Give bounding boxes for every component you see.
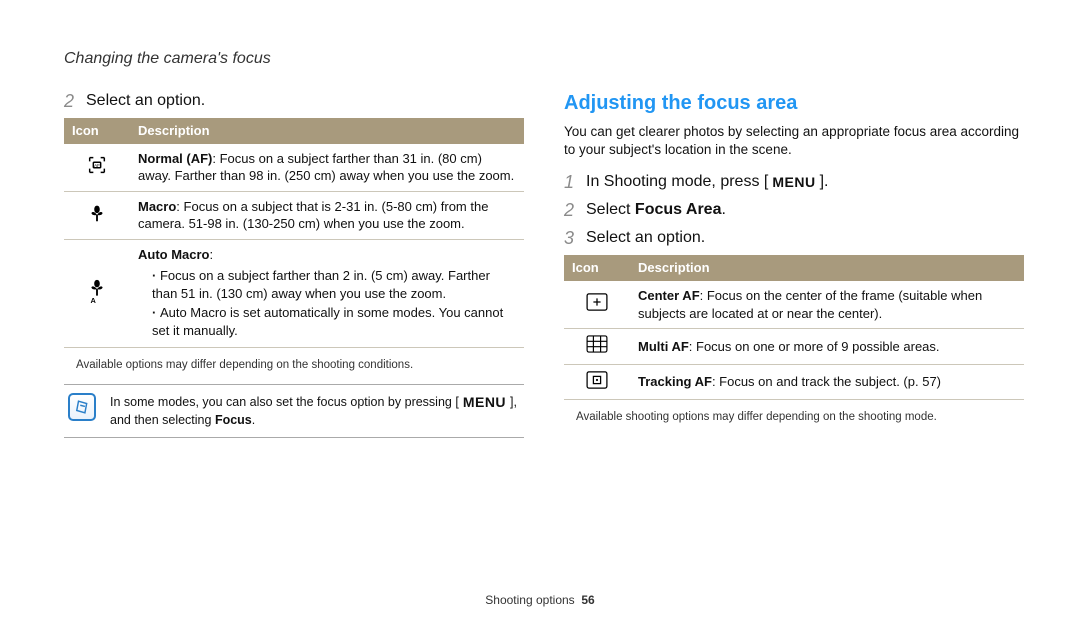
cell-description: Tracking AF: Focus on and track the subj… [630,364,1024,400]
page-footer: Shooting options 56 [0,592,1080,608]
table-row: Multi AF: Focus on one or more of 9 poss… [564,329,1024,365]
cell-description: Normal (AF): Focus on a subject farther … [130,144,524,192]
opt-title: Tracking AF [638,374,712,389]
section-intro: You can get clearer photos by selecting … [564,123,1024,159]
col-description: Description [130,118,524,144]
multi-af-icon [586,335,608,358]
breadcrumb: Changing the camera's focus [64,48,271,70]
opt-title: Center AF [638,288,700,303]
note-box: In some modes, you can also set the focu… [64,384,524,438]
center-af-icon [586,293,608,316]
focus-area-table: Icon Description Center AF: Focus on the… [564,255,1024,400]
right-column: Adjusting the focus area You can get cle… [564,32,1024,438]
table-row: AF Normal (AF): Focus on a subject farth… [64,144,524,192]
opt-title: Macro [138,199,176,214]
step-text: Select an option. [586,227,705,249]
opt-body: : Focus on and track the subject. (p. 57… [712,374,941,389]
normal-af-icon: AF [86,154,108,181]
menu-label: MENU [459,393,510,412]
svg-text:A: A [91,296,97,304]
macro-icon [86,202,108,229]
col-icon: Icon [64,118,130,144]
table-row: Tracking AF: Focus on and track the subj… [564,364,1024,400]
footer-page: 56 [581,593,594,607]
step-number: 2 [564,199,586,221]
cell-description: Multi AF: Focus on one or more of 9 poss… [630,329,1024,365]
note-text: In some modes, you can also set the focu… [110,393,520,429]
opt-title: Auto Macro [138,247,210,262]
cell-description: Macro: Focus on a subject that is 2-31 i… [130,191,524,239]
table-row: Macro: Focus on a subject that is 2-31 i… [64,191,524,239]
caption: Available options may differ depending o… [76,358,524,374]
cell-description: Center AF: Focus on the center of the fr… [630,281,1024,329]
opt-body: : Focus on a subject that is 2-31 in. (5… [138,199,488,232]
tracking-af-icon [586,371,608,394]
opt-title: Normal (AF) [138,151,212,166]
bullet: Focus on a subject farther than 2 in. (5… [152,267,516,302]
step-number: 2 [64,90,86,112]
opt-body: : Focus on one or more of 9 possible are… [689,339,940,354]
step-number: 3 [564,227,586,249]
footer-section: Shooting options [485,593,574,607]
bullet: Auto Macro is set automatically in some … [152,304,516,339]
table-row: Center AF: Focus on the center of the fr… [564,281,1024,329]
col-icon: Icon [564,255,630,281]
step-text: Select Focus Area. [586,199,726,221]
step-number: 1 [564,171,586,193]
table-header-row: Icon Description [564,255,1024,281]
section-title: Adjusting the focus area [564,90,1024,117]
svg-text:AF: AF [94,163,100,168]
opt-body: : [210,247,214,262]
cell-description: Auto Macro: Focus on a subject farther t… [130,239,524,348]
col-description: Description [630,255,1024,281]
left-column: 2 Select an option. Icon Description AF [64,32,524,438]
step-text: Select an option. [86,90,205,112]
menu-label: MENU [768,171,819,193]
opt-title: Multi AF [638,339,689,354]
table-row: A Auto Macro: Focus on a subject farther… [64,239,524,348]
note-icon [68,393,96,421]
step-text: In Shooting mode, press [MENU]. [586,171,828,193]
table-header-row: Icon Description [64,118,524,144]
focus-options-table: Icon Description AF Normal (AF): Focus o… [64,118,524,348]
auto-macro-icon: A [85,278,109,309]
caption: Available shooting options may differ de… [576,410,1024,426]
